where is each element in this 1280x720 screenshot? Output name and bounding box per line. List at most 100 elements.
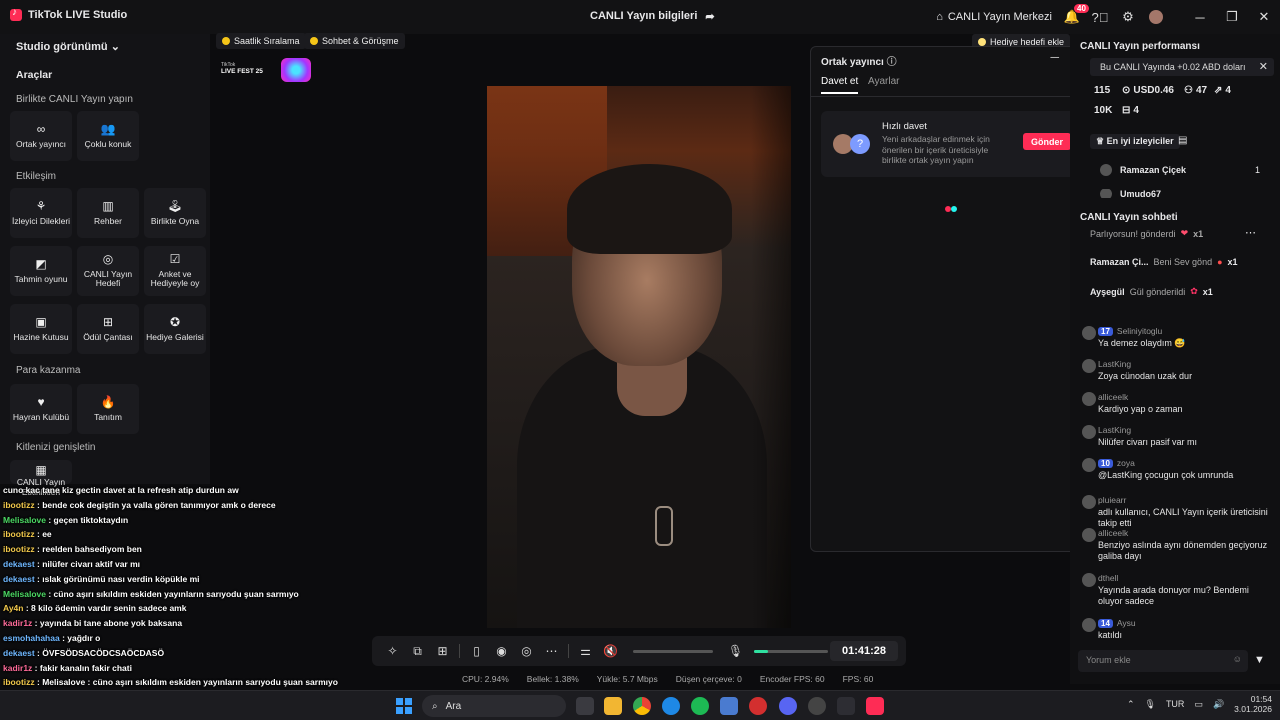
chat-message[interactable]: alliceelk Benziyo aslında aynı dönemden g… [1098, 528, 1273, 562]
chevron-up-icon[interactable]: ⌃ [1127, 699, 1135, 710]
tool-poll[interactable]: ☑ Anket ve Hediyeyle oy [144, 246, 206, 296]
speaker-muted-icon[interactable]: 🔇 [598, 644, 623, 658]
tab-invite[interactable]: Davet et [821, 76, 859, 94]
chat-message[interactable]: 14 Aysu katıldı [1098, 618, 1273, 641]
chat-username[interactable]: dthell [1098, 573, 1118, 583]
info-icon[interactable]: ⓘ [887, 57, 897, 68]
chat-username[interactable]: Seliniyitoglu [1117, 326, 1162, 336]
tool-gift-gallery[interactable]: ✪ Hediye Galerisi [144, 304, 206, 354]
file-explorer-icon[interactable] [604, 697, 622, 715]
viewers-value: 115 [1094, 85, 1111, 96]
maximize-button[interactable]: ❐ [1216, 0, 1248, 34]
magic-wand-button[interactable]: ✧ [380, 644, 405, 658]
microphone-tray-icon[interactable]: 🎙 [1145, 699, 1156, 710]
settings-button[interactable]: ⚙ [1114, 0, 1142, 34]
chat-username[interactable]: LastKing [1098, 359, 1131, 369]
volume-slider[interactable] [633, 649, 713, 653]
tab-settings[interactable]: Ayarlar [868, 76, 900, 87]
tool-promote[interactable]: 🔥 Tanıtım [77, 384, 139, 434]
chat-meet-chip[interactable]: Sohbet & Görüşme [304, 33, 405, 49]
live-info-button[interactable]: CANLI Yayın bilgileri ➦ [590, 10, 715, 23]
send-invite-button[interactable]: Gönder [1023, 133, 1071, 150]
tool-prediction[interactable]: ◩ Tahmin oyunu [10, 246, 72, 296]
close-window-button[interactable]: ✕ [1248, 0, 1280, 34]
network-icon[interactable]: ▭ [1194, 699, 1203, 710]
volume-icon[interactable]: 🔊 [1213, 699, 1224, 710]
taskbar-search[interactable]: ⌕ Ara [422, 695, 566, 717]
close-banner-button[interactable]: ✕ [1259, 60, 1268, 73]
tool-play-together[interactable]: 🕹 Birlikte Oyna [144, 188, 206, 238]
tool-reward-bag[interactable]: ⊞ Ödül Çantası [77, 304, 139, 354]
spotify-icon[interactable] [691, 697, 709, 715]
top-viewer-row[interactable]: Ramazan Çiçek [1100, 164, 1186, 176]
more-button[interactable]: ⋯ [539, 644, 564, 658]
overlay-chat-user: dekaest [3, 559, 35, 569]
top-viewer-row[interactable]: Umudo67 [1100, 189, 1161, 198]
chat-message[interactable]: 10 zoya @LastKing çocugun çok umrunda [1098, 458, 1273, 481]
mic-level-slider[interactable] [754, 649, 828, 653]
tool-viewer-wishes[interactable]: ⚘ İzleyici Dilekleri [10, 188, 72, 238]
overlay-chat-line: ibootizz : ee [3, 529, 52, 539]
studio-view-dropdown[interactable]: Studio görünümü ⌄ [16, 40, 120, 53]
comment-input[interactable]: Yorum ekle ☺ [1078, 650, 1248, 672]
chat-username[interactable]: pluiearr [1098, 495, 1126, 505]
chat-message[interactable]: dthell Yayında arada donuyor mu? Bendemi … [1098, 573, 1273, 607]
list-icon[interactable]: ▤ [1178, 135, 1187, 146]
top-viewers-tab[interactable]: ♕ En iyi izleyiciler [1090, 134, 1180, 149]
stream-preview[interactable] [487, 86, 791, 628]
windows-start-icon[interactable] [396, 698, 412, 714]
audio-mixer-button[interactable]: ⚌ [573, 644, 598, 658]
app-icon[interactable] [808, 697, 826, 715]
tool-cohost[interactable]: ∞ Ortak yayıncı [10, 111, 72, 161]
minimize-panel-button[interactable]: ─ [1050, 50, 1059, 64]
language-indicator[interactable]: TUR [1166, 699, 1185, 709]
help-button[interactable]: ?⃝ [1086, 0, 1114, 34]
phone-orientation-button[interactable]: ▯ [464, 644, 489, 658]
avatar [1082, 458, 1096, 472]
chat-message[interactable]: alliceelk Kardiyo yap o zaman [1098, 392, 1273, 415]
discord-icon[interactable] [779, 697, 797, 715]
chat-username[interactable]: LastKing [1098, 425, 1131, 435]
tool-treasure-box[interactable]: ▣ Hazine Kutusu [10, 304, 72, 354]
hourly-ranking-chip[interactable]: Saatlik Sıralama [216, 33, 306, 49]
section-together: Birlikte CANLI Yayın yapın [16, 94, 133, 105]
tool-live-goal[interactable]: ◎ CANLI Yayın Hedefi [77, 246, 139, 296]
avatar [1082, 528, 1096, 542]
capcut-icon[interactable] [837, 697, 855, 715]
microphone-icon[interactable]: 🎙 [723, 644, 748, 658]
chat-message[interactable]: pluiearr adlı kullanıcı, CANLI Yayın içer… [1098, 495, 1273, 529]
more-options-icon[interactable]: ⋯ [1245, 226, 1256, 239]
chat-username[interactable]: Aysu [1117, 618, 1136, 628]
chat-username[interactable]: alliceelk [1098, 392, 1128, 402]
tool-fan-club[interactable]: ♥ Hayran Kulübü [10, 384, 72, 434]
live-center-button[interactable]: ⌂ CANLI Yayın Merkezi [936, 11, 1052, 23]
tool-live-events[interactable]: ▦ CANLI Yayın Etkinlikleri [10, 460, 72, 496]
opera-icon[interactable] [749, 697, 767, 715]
steam-icon[interactable] [720, 697, 738, 715]
tool-guide[interactable]: ▥ Rehber [77, 188, 139, 238]
chat-username[interactable]: zoya [1117, 458, 1135, 468]
overlay-chat-user: Melisalove [3, 588, 46, 599]
chat-message-user-row: 10 zoya [1098, 458, 1273, 468]
chrome-icon[interactable] [633, 697, 651, 715]
minimize-button[interactable]: ─ [1184, 0, 1216, 34]
record-button[interactable]: ◉ [489, 644, 514, 658]
chat-username[interactable]: alliceelk [1098, 528, 1128, 538]
dollar-icon: ⊙ [1122, 85, 1131, 96]
chat-message[interactable]: LastKing Zoya cünodan uzak dur [1098, 359, 1273, 382]
screenshot-button[interactable]: ◎ [514, 644, 539, 658]
layout-button[interactable]: ⊞ [430, 644, 455, 658]
tool-multi-guest[interactable]: 👥 Çoklu konuk [77, 111, 139, 161]
tiktok-live-studio-icon[interactable] [866, 697, 884, 715]
profile-avatar-button[interactable] [1142, 0, 1170, 34]
clock[interactable]: 01:54 3.01.2026 [1234, 694, 1272, 714]
edge-icon[interactable] [662, 697, 680, 715]
chat-message[interactable]: LastKing Nilüfer civarı pasif var mı [1098, 425, 1273, 448]
filter-icon[interactable]: ▼ [1254, 654, 1265, 666]
chat-message[interactable]: 17 Seliniyitoglu Ya demez olaydım 😅 [1098, 326, 1273, 349]
emoji-icon[interactable]: ☺ [1233, 654, 1242, 664]
task-view-icon[interactable] [576, 697, 594, 715]
overlay-chat-line: Melisalove : geçen tiktoktaydın [3, 515, 128, 525]
add-source-button[interactable]: ⧉ [405, 644, 430, 659]
notifications-button[interactable]: 🔔 40 [1058, 0, 1089, 34]
